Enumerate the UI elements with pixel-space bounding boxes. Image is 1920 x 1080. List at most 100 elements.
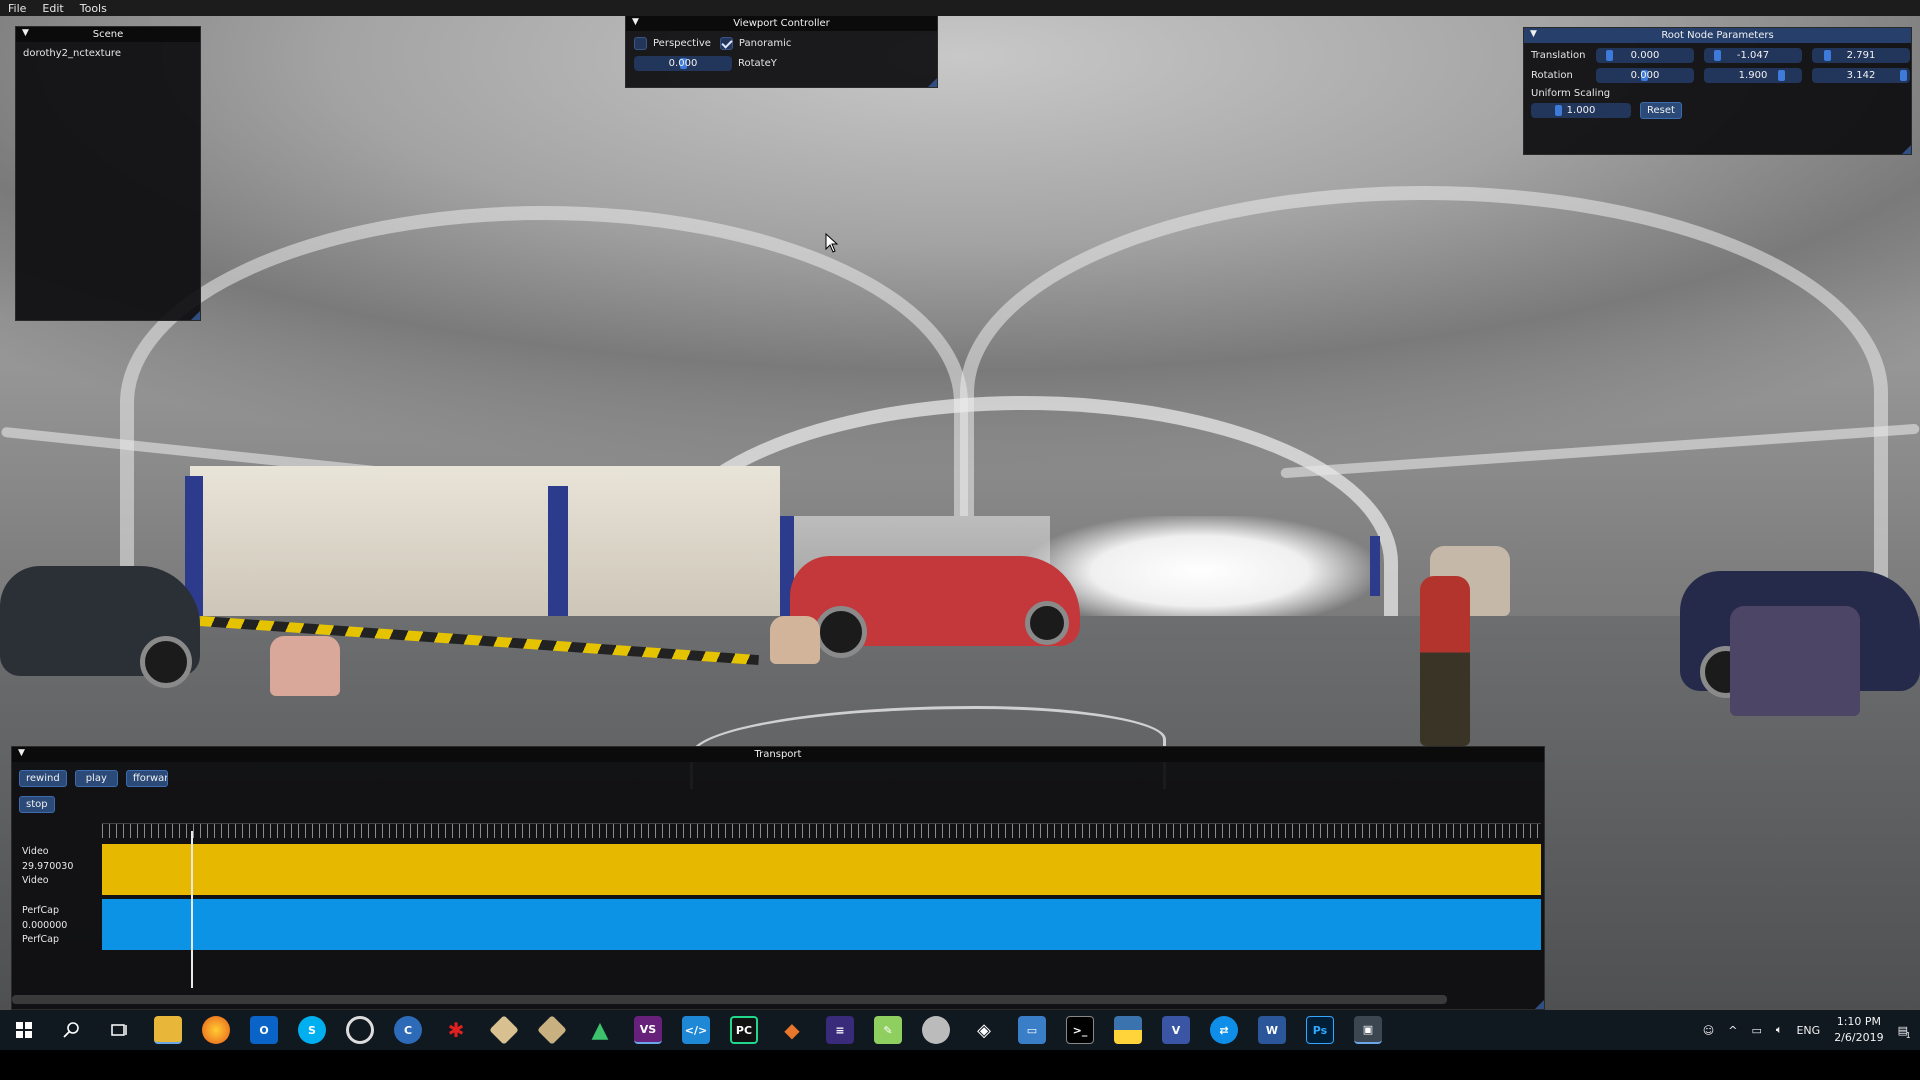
transport-title: Transport (754, 749, 802, 760)
root-node-titlebar[interactable]: ▼ Root Node Parameters (1524, 28, 1911, 43)
windows-start-icon[interactable] (0, 1010, 48, 1050)
resize-grip-icon[interactable] (191, 311, 200, 320)
play-button[interactable]: play (74, 770, 118, 787)
car-wheel (140, 636, 192, 688)
rotate-y-value: 0.000 (668, 58, 698, 69)
translation-x-value: 0.000 (1630, 50, 1660, 61)
translation-y-slider[interactable]: -1.047 (1704, 48, 1802, 63)
collapse-arrow-icon[interactable]: ▼ (632, 17, 639, 27)
rotation-y-slider[interactable]: 1.900 (1704, 68, 1802, 83)
rewind-button[interactable]: rewind (19, 770, 67, 787)
scene-panel-title: Scene (92, 29, 124, 40)
viewport-controller-titlebar[interactable]: ▼ Viewport Controller (626, 16, 937, 31)
root-node-title: Root Node Parameters (1661, 30, 1774, 41)
file-explorer-icon[interactable] (154, 1016, 182, 1044)
mouse-cursor-icon (825, 233, 839, 253)
clock-time: 1:10 PM (1836, 1015, 1882, 1028)
remote-icon[interactable]: ▭ (1018, 1016, 1046, 1044)
transport-panel: ▼ Transport rewind play fforward stop Vi… (11, 746, 1545, 1010)
volume-icon[interactable]: 🔈︎ (1776, 1023, 1783, 1037)
notification-icon[interactable]: ▤ 1 (1898, 1024, 1911, 1040)
rotation-x-slider[interactable]: 0.000 (1596, 68, 1694, 83)
clock[interactable]: 1:10 PM 2/6/2019 (1834, 1014, 1883, 1046)
vscode-icon[interactable]: </> (682, 1016, 710, 1044)
timeline-scrollbar[interactable] (12, 995, 1447, 1004)
chevron-up-icon[interactable]: ^ (1728, 1024, 1737, 1037)
reset-button[interactable]: Reset (1640, 102, 1682, 119)
panoramic-label: Panoramic (738, 38, 792, 49)
scene-item-dorothy2[interactable]: dorothy2_nctexture (23, 48, 200, 59)
notepad-icon[interactable]: ✎ (874, 1016, 902, 1044)
garage-exit-light (1030, 516, 1370, 626)
terminal-icon[interactable]: >_ (1066, 1016, 1094, 1044)
unity-icon[interactable]: ◈ (970, 1016, 998, 1044)
search-icon[interactable] (58, 1016, 86, 1044)
car-wheel (1025, 601, 1069, 645)
disk-app-icon[interactable] (922, 1016, 950, 1044)
video-track-rate: 29.970030 (22, 860, 74, 872)
teamviewer-icon[interactable]: ⇄ (1210, 1016, 1238, 1044)
firefox-icon[interactable] (202, 1016, 230, 1044)
menu-bar: File Edit Tools (0, 0, 1920, 16)
uniform-scaling-slider[interactable]: 1.000 (1531, 103, 1631, 118)
git-icon[interactable] (489, 1015, 519, 1045)
menu-tools[interactable]: Tools (72, 2, 115, 15)
python-icon[interactable] (1114, 1016, 1142, 1044)
red-app-icon[interactable]: ✱ (442, 1016, 470, 1044)
avatar-character-dorothy (1420, 576, 1470, 746)
cmake-icon[interactable]: C (394, 1016, 422, 1044)
uniform-scaling-label: Uniform Scaling (1531, 88, 1611, 99)
people-icon[interactable]: ☺ (1703, 1024, 1714, 1037)
photoshop-icon[interactable]: Ps (1306, 1016, 1334, 1044)
triangle-app-icon[interactable]: ▲ (586, 1016, 614, 1044)
task-view-icon[interactable] (106, 1016, 134, 1044)
collapse-arrow-icon[interactable]: ▼ (22, 28, 29, 38)
stop-button[interactable]: stop (19, 796, 55, 813)
clock-date: 2/6/2019 (1834, 1031, 1884, 1044)
scene-panel: ▼ Scene dorothy2_nctexture (15, 26, 201, 321)
word-icon[interactable]: W (1258, 1016, 1286, 1044)
visio-icon[interactable]: V (1162, 1016, 1190, 1044)
blender-icon[interactable]: ≡ (826, 1016, 854, 1044)
menu-edit[interactable]: Edit (34, 2, 71, 15)
perspective-checkbox[interactable] (634, 37, 647, 50)
language-indicator[interactable]: ENG (1796, 1024, 1820, 1037)
resize-grip-icon[interactable] (1535, 1000, 1544, 1009)
matlab-icon[interactable]: ◆ (778, 1016, 806, 1044)
visual-studio-icon[interactable]: VS (634, 1016, 662, 1044)
rotation-z-slider[interactable]: 3.142 (1812, 68, 1910, 83)
resize-grip-icon[interactable] (1902, 145, 1911, 154)
rotation-x-value: 0.000 (1630, 70, 1660, 81)
collapse-arrow-icon[interactable]: ▼ (1530, 29, 1537, 39)
uniform-scaling-value: 1.000 (1566, 105, 1596, 116)
active-app-icon[interactable]: ▣ (1354, 1016, 1382, 1044)
pycharm-icon[interactable]: PC (730, 1016, 758, 1044)
browser-icon[interactable] (346, 1016, 374, 1044)
car-wheel (815, 606, 867, 658)
rotate-y-slider[interactable]: 0.000 (634, 56, 732, 71)
perfcap-track-rate: 0.000000 (22, 919, 68, 931)
scene-panel-titlebar[interactable]: ▼ Scene (16, 27, 200, 42)
video-track-label: Video 29.970030 Video (22, 845, 73, 889)
video-track-type: Video (22, 875, 49, 886)
panoramic-checkbox[interactable] (719, 37, 733, 50)
menu-file[interactable]: File (0, 2, 34, 15)
timeline-ruler[interactable] (102, 823, 1541, 838)
translation-z-slider[interactable]: 2.791 (1812, 48, 1910, 63)
timeline-playhead[interactable] (191, 831, 193, 988)
git-alt-icon[interactable] (537, 1015, 567, 1045)
rotation-z-value: 3.142 (1846, 70, 1876, 81)
transport-titlebar[interactable]: ▼ Transport (12, 747, 1544, 762)
rotation-label: Rotation (1531, 70, 1573, 81)
translation-x-slider[interactable]: 0.000 (1596, 48, 1694, 63)
rotate-y-label: RotateY (738, 58, 777, 69)
resize-grip-icon[interactable] (928, 78, 937, 87)
notification-count: 1 (1905, 1030, 1911, 1040)
network-icon[interactable]: ▭ (1751, 1024, 1761, 1037)
outlook-icon[interactable]: O (250, 1016, 278, 1044)
skype-icon[interactable]: S (298, 1016, 326, 1044)
perfcap-track-bar[interactable] (102, 899, 1541, 950)
video-track-bar[interactable] (102, 844, 1541, 895)
fforward-button[interactable]: fforward (125, 770, 168, 787)
collapse-arrow-icon[interactable]: ▼ (18, 748, 25, 758)
